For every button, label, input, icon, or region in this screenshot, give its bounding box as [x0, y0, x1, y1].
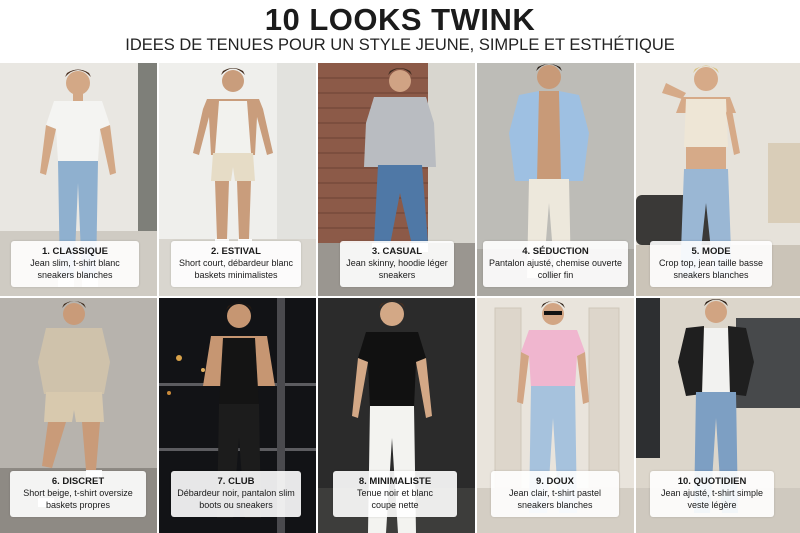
look-caption: 2. ESTIVAL Short court, débardeur blanc … [171, 241, 301, 287]
header: 10 LOOKS TWINK IDEES DE TENUES POUR UN S… [0, 0, 800, 62]
look-title: 3. CASUAL [371, 246, 423, 257]
look-caption: 10. QUOTIDIEN Jean ajusté, t-shirt simpl… [650, 471, 774, 517]
look-card: 9. DOUX Jean clair, t-shirt pastel sneak… [477, 298, 634, 533]
looks-grid: 1. CLASSIQUE Jean slim, t-shirt blanc sn… [0, 63, 800, 533]
look-desc-line2: coupe nette [371, 500, 419, 510]
look-desc-line2: boots ou sneakers [199, 500, 273, 510]
look-card: 3. CASUAL Jean skinny, hoodie léger snea… [318, 63, 475, 296]
look-caption: 7. CLUB Débardeur noir, pantalon slim bo… [171, 471, 301, 517]
look-desc-line2: collier fin [537, 270, 574, 280]
look-desc-line1: Jean clair, t-shirt pastel [508, 488, 602, 498]
look-card: 2. ESTIVAL Short court, débardeur blanc … [159, 63, 316, 296]
look-caption: 9. DOUX Jean clair, t-shirt pastel sneak… [491, 471, 619, 517]
look-title: 5. MODE [691, 246, 731, 257]
look-card: 10. QUOTIDIEN Jean ajusté, t-shirt simpl… [636, 298, 800, 533]
look-desc-line1: Jean slim, t-shirt blanc [30, 258, 120, 268]
look-desc-line2: baskets propres [45, 500, 111, 510]
look-title: 7. CLUB [217, 476, 255, 487]
look-title: 9. DOUX [535, 476, 574, 487]
look-card: 5. MODE Crop top, jean taille basse snea… [636, 63, 800, 296]
look-desc-line1: Pantalon ajusté, chemise ouverte [488, 258, 623, 268]
look-caption: 6. DISCRET Short beige, t-shirt oversize… [10, 471, 146, 517]
look-desc-line2: sneakers [378, 270, 416, 280]
look-title: 2. ESTIVAL [211, 246, 261, 257]
look-caption: 5. MODE Crop top, jean taille basse snea… [650, 241, 772, 287]
look-desc-line1: Crop top, jean taille basse [658, 258, 764, 268]
look-card: 8. MINIMALISTE Tenue noir et blanc coupe… [318, 298, 475, 533]
collage-page: 10 LOOKS TWINK IDEES DE TENUES POUR UN S… [0, 0, 800, 533]
look-title: 8. MINIMALISTE [358, 476, 432, 487]
look-card: 7. CLUB Débardeur noir, pantalon slim bo… [159, 298, 316, 533]
look-desc-line2: baskets minimalistes [194, 270, 278, 280]
look-title: 6. DISCRET [51, 476, 105, 487]
look-caption: 3. CASUAL Jean skinny, hoodie léger snea… [340, 241, 454, 287]
look-desc-line2: sneakers blanches [517, 500, 593, 510]
look-desc-line2: sneakers blanches [673, 270, 749, 280]
look-card: 1. CLASSIQUE Jean slim, t-shirt blanc sn… [0, 63, 157, 296]
look-caption: 8. MINIMALISTE Tenue noir et blanc coupe… [333, 471, 457, 517]
look-desc-line1: Jean skinny, hoodie léger [346, 258, 448, 268]
look-caption: 1. CLASSIQUE Jean slim, t-shirt blanc sn… [11, 241, 139, 287]
look-desc-line2: sneakers blanches [37, 270, 113, 280]
look-desc-line1: Tenue noir et blanc [356, 488, 434, 498]
look-title: 1. CLASSIQUE [42, 246, 108, 257]
look-desc-line2: veste légère [687, 500, 737, 510]
look-desc-line1: Short court, débardeur blanc [178, 258, 294, 268]
look-title: 10. QUOTIDIEN [677, 476, 747, 487]
look-desc-line1: Jean ajusté, t-shirt simple [660, 488, 764, 498]
page-subtitle: IDEES DE TENUES POUR UN STYLE JEUNE, SIM… [125, 36, 675, 54]
look-card: 4. SÉDUCTION Pantalon ajusté, chemise ou… [477, 63, 634, 296]
look-caption: 4. SÉDUCTION Pantalon ajusté, chemise ou… [483, 241, 628, 287]
look-desc-line1: Débardeur noir, pantalon slim [177, 488, 295, 498]
look-card: 6. DISCRET Short beige, t-shirt oversize… [0, 298, 157, 533]
look-title: 4. SÉDUCTION [522, 246, 589, 257]
page-title: 10 LOOKS TWINK [264, 2, 536, 37]
look-desc-line1: Short beige, t-shirt oversize [23, 488, 133, 498]
